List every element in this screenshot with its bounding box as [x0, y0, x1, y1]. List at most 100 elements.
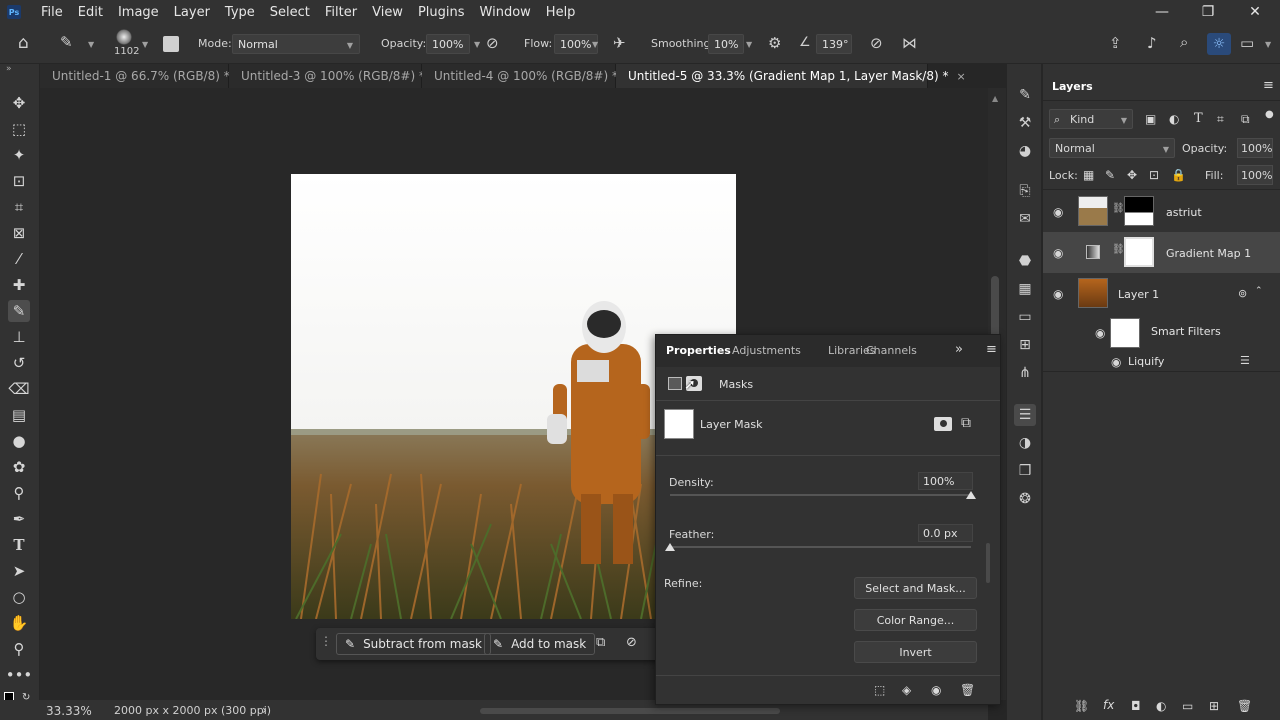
link-icon[interactable]: ⛓: [1112, 203, 1125, 214]
brush-tool-icon[interactable]: ✎: [8, 300, 30, 322]
link-icon[interactable]: ⛓: [1112, 244, 1125, 255]
menu-image[interactable]: Image: [112, 5, 165, 20]
tab-channels[interactable]: Channels: [866, 344, 917, 357]
chevron-down-icon[interactable]: ▼: [592, 40, 598, 49]
lock-all-icon[interactable]: 🔒: [1171, 168, 1186, 182]
horizontal-scrollbar[interactable]: [480, 708, 780, 714]
pressure-opacity-icon[interactable]: ⊘: [486, 36, 499, 51]
smart-filter-mask-thumbnail[interactable]: [1110, 318, 1140, 348]
workspace-icon[interactable]: ▭: [1240, 36, 1254, 51]
layer-name[interactable]: Smart Filters: [1151, 325, 1221, 338]
disable-mask-icon[interactable]: ⊘: [626, 635, 637, 650]
group-folder-icon[interactable]: ▭: [1182, 699, 1193, 713]
eye-icon[interactable]: ◉: [1111, 355, 1121, 369]
menu-file[interactable]: File: [35, 5, 69, 20]
object-select-tool-icon[interactable]: ✦: [8, 144, 30, 166]
feather-field[interactable]: 0.0 px: [918, 524, 973, 542]
eye-icon[interactable]: ◉: [1053, 287, 1063, 301]
menu-type[interactable]: Type: [219, 5, 261, 20]
type-tool-icon[interactable]: T: [8, 534, 30, 556]
gear-icon[interactable]: ⚙: [768, 36, 781, 51]
menu-window[interactable]: Window: [474, 5, 537, 20]
chevron-down-icon[interactable]: ▼: [746, 40, 752, 49]
brush-settings-icon[interactable]: [163, 36, 179, 52]
collapse-arrow-icon[interactable]: ⌃: [1255, 286, 1263, 296]
menu-edit[interactable]: Edit: [72, 5, 109, 20]
filter-row-liquify[interactable]: ◉ Liquify ☰: [1043, 352, 1280, 372]
blend-mode-select[interactable]: Normal ▼: [1049, 138, 1175, 158]
brush-tip-preview[interactable]: [116, 29, 132, 45]
properties-scrollbar[interactable]: [986, 543, 990, 583]
zoom-level[interactable]: 33.33%: [46, 704, 92, 718]
trash-icon[interactable]: 🗑: [960, 683, 975, 697]
brush-settings-panel-icon[interactable]: ✎: [1014, 84, 1036, 106]
channels-panel-icon[interactable]: ❂: [1014, 488, 1036, 510]
styles-icon[interactable]: ⊞: [1014, 334, 1036, 356]
crop-tool-icon[interactable]: ⌗: [8, 196, 30, 218]
panel-menu-icon[interactable]: ≡: [986, 342, 997, 357]
swatches-icon[interactable]: ⬣: [1014, 250, 1036, 272]
filter-adjustment-icon[interactable]: ◐: [1169, 112, 1179, 126]
frame-select-tool-icon[interactable]: ⊡: [8, 170, 30, 192]
menu-help[interactable]: Help: [540, 5, 582, 20]
layer-mask-thumbnail[interactable]: [1124, 237, 1154, 267]
clone-stamp-tool-icon[interactable]: ⊥: [8, 326, 30, 348]
tab-properties[interactable]: Properties: [666, 344, 731, 357]
gradients-icon[interactable]: ▭: [1014, 306, 1036, 328]
adjustment-layer-icon[interactable]: ◐: [1156, 699, 1166, 713]
select-mask-icon[interactable]: [934, 417, 952, 431]
sponge-tool-icon[interactable]: ⚲: [8, 482, 30, 504]
blur-tool-icon[interactable]: ●: [8, 430, 30, 452]
eyedropper-tool-icon[interactable]: ⁄: [8, 248, 30, 270]
healing-brush-tool-icon[interactable]: ✚: [8, 274, 30, 296]
tab-adjustments[interactable]: Adjustments: [732, 344, 801, 357]
select-and-mask-button[interactable]: Select and Mask...: [854, 577, 977, 599]
mask-options-icon[interactable]: ⧉: [596, 635, 605, 650]
opacity-field[interactable]: 100%: [426, 34, 470, 54]
trash-icon[interactable]: 🗑: [1237, 699, 1252, 713]
home-icon[interactable]: ⌂: [18, 35, 29, 52]
pressure-size-icon[interactable]: ⊘: [870, 36, 883, 51]
eye-icon[interactable]: ◉: [1053, 246, 1063, 260]
eye-icon[interactable]: ◉: [931, 683, 941, 697]
close-icon[interactable]: ×: [956, 70, 965, 83]
apply-mask-icon[interactable]: ⧉: [961, 415, 971, 431]
zoom-tool-icon[interactable]: ⚲: [8, 638, 30, 660]
apply-icon[interactable]: ◈: [902, 683, 911, 697]
discover-lightbulb-icon[interactable]: ☼: [1207, 33, 1231, 55]
layer-row-astriut[interactable]: ◉ ⛓ astriut: [1043, 191, 1280, 232]
tab-untitled-1[interactable]: Untitled-1 @ 66.7% (RGB/8) *×: [40, 64, 247, 88]
pixel-mask-icon[interactable]: [668, 377, 682, 390]
fill-field[interactable]: 100%: [1237, 165, 1273, 185]
scroll-up-icon[interactable]: ▲: [992, 94, 998, 103]
filter-smart-object-icon[interactable]: ⧉: [1241, 112, 1250, 127]
chevron-down-icon[interactable]: ▼: [474, 40, 480, 49]
chevron-down-icon[interactable]: ▼: [88, 40, 94, 49]
lock-position-icon[interactable]: ✥: [1127, 168, 1137, 182]
path-selection-tool-icon[interactable]: ➤: [8, 560, 30, 582]
tab-untitled-3[interactable]: Untitled-3 @ 100% (RGB/8#) *×: [229, 64, 442, 88]
close-window-button[interactable]: ✕: [1232, 0, 1278, 24]
kind-filter-select[interactable]: ⌕ Kind ▼: [1049, 109, 1133, 129]
libraries-panel-icon[interactable]: ❒: [1014, 460, 1036, 482]
new-layer-icon[interactable]: ⊞: [1209, 699, 1219, 713]
mode-select[interactable]: Normal ▼: [232, 34, 360, 54]
layer-row-layer-1[interactable]: ◉ Layer 1 ⊚ ⌃: [1043, 273, 1280, 314]
layer-opacity-field[interactable]: 100%: [1237, 138, 1273, 158]
eye-icon[interactable]: ◉: [1053, 205, 1063, 219]
dodge-tool-icon[interactable]: ✿: [8, 456, 30, 478]
brush-preset-icon[interactable]: ✎: [60, 35, 73, 50]
symmetry-icon[interactable]: ⋈: [902, 36, 917, 51]
layer-name[interactable]: Layer 1: [1118, 288, 1159, 301]
add-to-mask-button[interactable]: ✎ Add to mask: [484, 633, 596, 655]
eraser-tool-icon[interactable]: ⌫: [8, 378, 30, 400]
tab-untitled-4[interactable]: Untitled-4 @ 100% (RGB/8#) *×: [422, 64, 635, 88]
invert-button[interactable]: Invert: [854, 641, 977, 663]
load-selection-icon[interactable]: ⬚: [874, 683, 885, 697]
paths-icon[interactable]: ⋔: [1014, 362, 1036, 384]
search-icon[interactable]: ⌕: [1180, 35, 1188, 50]
lock-image-icon[interactable]: ✎: [1105, 168, 1115, 182]
filter-options-icon[interactable]: ☰: [1240, 354, 1250, 367]
frame-tool-icon[interactable]: ⊠: [8, 222, 30, 244]
patterns-icon[interactable]: ▦: [1014, 278, 1036, 300]
